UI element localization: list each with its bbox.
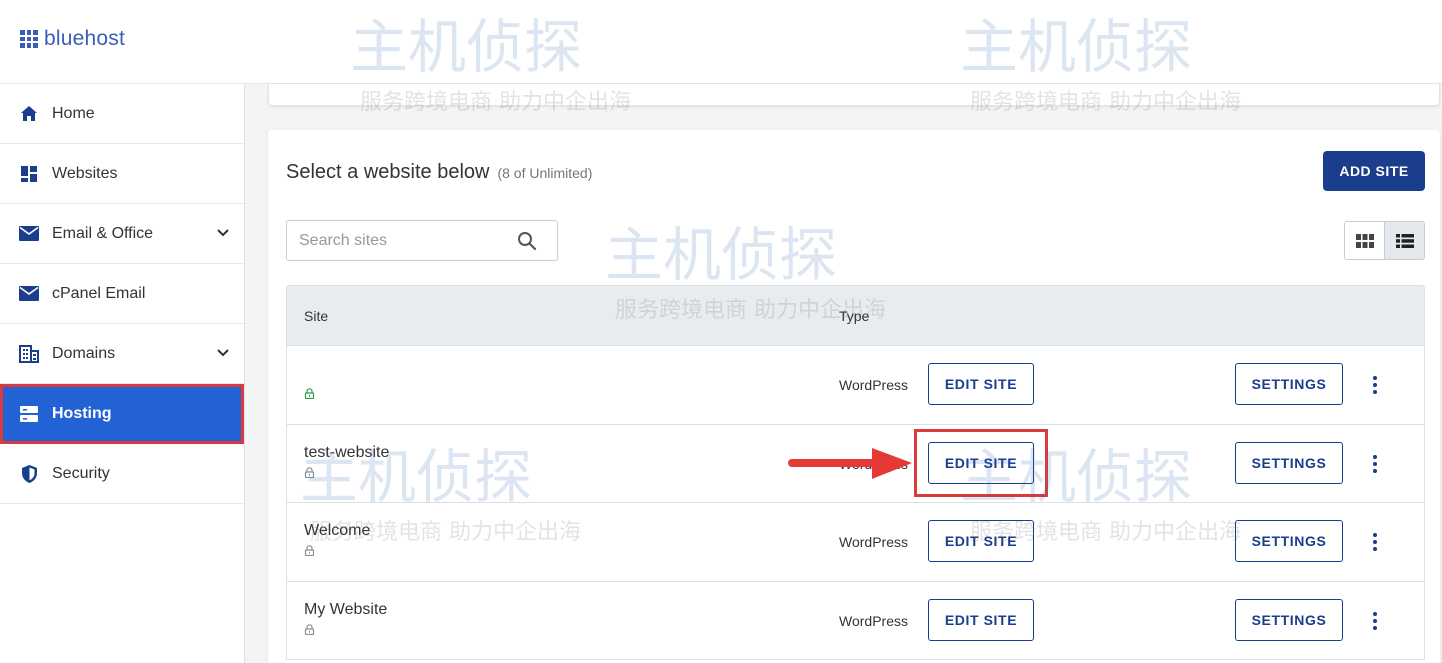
logo-text: bluehost	[44, 27, 125, 50]
server-icon	[18, 403, 40, 425]
envelope-icon	[18, 223, 40, 245]
logo-grid-icon	[20, 30, 38, 48]
add-site-button[interactable]: ADD SITE	[1323, 151, 1425, 191]
edit-site-button[interactable]: EDIT SITE	[928, 520, 1034, 562]
page-title: Select a website below	[286, 161, 490, 183]
sites-table: Site Type WordPress EDIT SITE SETTINGS t…	[286, 285, 1425, 660]
panel-heading: Select a website below (8 of Unlimited)	[286, 161, 592, 184]
sidebar-item-domains[interactable]: Domains	[0, 324, 244, 384]
list-view-button[interactable]	[1384, 222, 1424, 259]
sidebar-item-label: cPanel Email	[52, 284, 146, 302]
column-header-type: Type	[839, 308, 870, 324]
envelope-icon	[18, 283, 40, 305]
site-type: WordPress	[839, 612, 908, 629]
edit-site-button[interactable]: EDIT SITE	[928, 363, 1034, 405]
sidebar-item-websites[interactable]: Websites	[0, 144, 244, 204]
search-input[interactable]	[299, 231, 499, 251]
edit-site-button[interactable]: EDIT SITE	[928, 441, 1034, 484]
list-view-icon	[1395, 233, 1414, 248]
search-field[interactable]	[286, 220, 558, 261]
site-count: (8 of Unlimited)	[497, 165, 593, 181]
websites-icon	[18, 163, 40, 185]
lock-icon	[304, 545, 315, 556]
grid-view-icon	[1355, 233, 1374, 248]
settings-button[interactable]: SETTINGS	[1235, 520, 1343, 562]
lock-icon	[304, 466, 315, 478]
sidebar-item-label: Websites	[52, 164, 118, 182]
sidebar-item-label: Home	[52, 104, 95, 122]
site-name[interactable]: test-website	[304, 444, 389, 462]
more-options-icon[interactable]	[1367, 609, 1383, 633]
sidebar-item-label: Hosting	[52, 404, 112, 422]
lock-icon	[304, 623, 315, 635]
top-card	[268, 84, 1440, 106]
site-name[interactable]: Welcome	[304, 522, 370, 540]
search-icon[interactable]	[517, 231, 537, 251]
sidebar-item-label: Domains	[52, 344, 116, 362]
table-header: Site Type	[286, 285, 1425, 346]
table-row[interactable]: My Website WordPress EDIT SITE SETTINGS	[286, 581, 1425, 660]
table-row[interactable]: WordPress EDIT SITE SETTINGS	[286, 346, 1425, 425]
sidebar-item-cpanel-email[interactable]: cPanel Email	[0, 264, 244, 324]
edit-site-button[interactable]: EDIT SITE	[928, 598, 1034, 641]
grid-view-button[interactable]	[1345, 222, 1384, 259]
home-icon	[18, 103, 40, 125]
sidebar-item-email-office[interactable]: Email & Office	[0, 204, 244, 264]
site-type: WordPress	[839, 455, 908, 472]
settings-button[interactable]: SETTINGS	[1235, 598, 1343, 641]
settings-button[interactable]: SETTINGS	[1235, 363, 1343, 405]
view-toggle	[1344, 221, 1425, 260]
chevron-down-icon[interactable]	[214, 344, 232, 362]
sidebar-item-home[interactable]: Home	[0, 84, 244, 144]
more-options-icon[interactable]	[1367, 452, 1383, 476]
domains-icon	[18, 343, 40, 365]
column-header-site: Site	[304, 308, 329, 324]
shield-icon	[18, 463, 40, 485]
site-type: WordPress	[839, 534, 908, 550]
sidebar-item-label: Email & Office	[52, 224, 154, 242]
bluehost-logo[interactable]: bluehost	[20, 27, 125, 51]
site-name[interactable]: My Website	[304, 601, 387, 619]
site-type: WordPress	[839, 377, 908, 393]
sidebar-item-hosting[interactable]: Hosting	[0, 384, 244, 444]
table-row[interactable]: Welcome WordPress EDIT SITE SETTINGS	[286, 503, 1425, 582]
lock-icon	[304, 388, 315, 399]
more-options-icon[interactable]	[1367, 373, 1383, 397]
sidebar-item-label: Security	[52, 464, 110, 482]
more-options-icon[interactable]	[1367, 530, 1383, 554]
chevron-down-icon[interactable]	[214, 224, 232, 242]
sidebar-item-security[interactable]: Security	[0, 444, 244, 504]
table-row[interactable]: test-website WordPress EDIT SITE SETTING…	[286, 424, 1425, 503]
settings-button[interactable]: SETTINGS	[1235, 441, 1343, 484]
top-bar: bluehost	[0, 0, 1442, 84]
sidebar: Home Websites Email & Office cPanel Emai…	[0, 84, 245, 663]
sites-panel: Select a website below (8 of Unlimited) …	[268, 130, 1440, 663]
